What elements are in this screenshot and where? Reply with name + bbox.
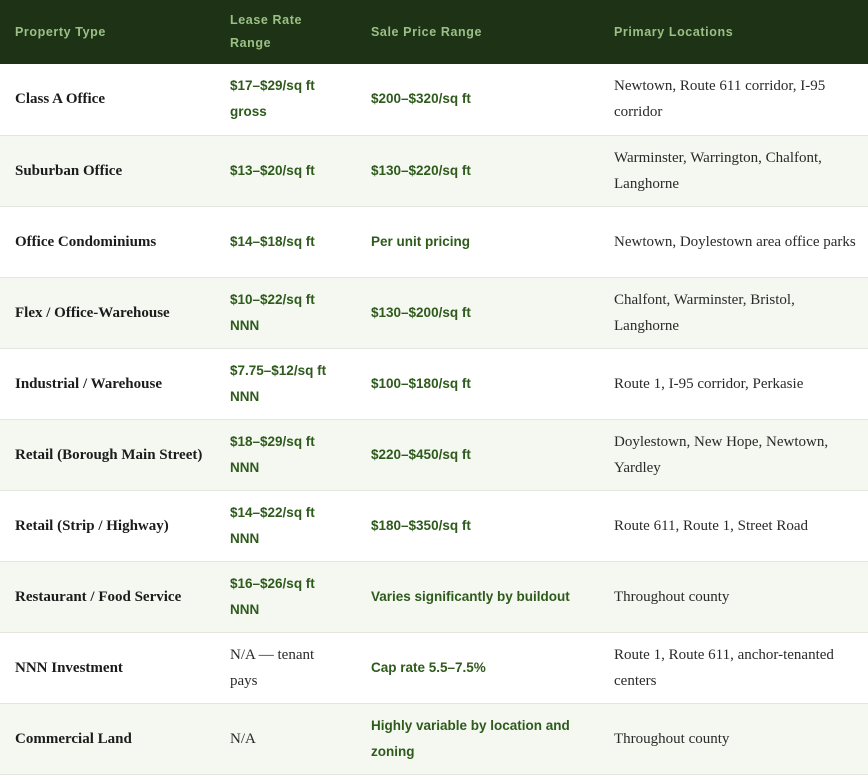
- sale-price-cell: $220–$450/sq ft: [371, 446, 471, 462]
- sale-price-cell: $200–$320/sq ft: [371, 91, 471, 107]
- locations-cell: Route 611, Route 1, Street Road: [614, 517, 809, 534]
- header-lease-rate-range: Lease Rate Range: [230, 13, 303, 50]
- header-row: Property Type Lease Rate Range Sale Pric…: [0, 0, 868, 64]
- locations-cell: Throughout county: [614, 730, 730, 747]
- table-row: Retail (Borough Main Street) $18–$29/sq …: [0, 419, 868, 490]
- locations-cell: Chalfont, Warminster, Bristol, Langhorne: [614, 291, 795, 334]
- table-row: NNN Investment N/A — tenant pays Cap rat…: [0, 632, 868, 703]
- property-type-cell: Office Condominiums: [15, 233, 157, 250]
- lease-rate-cell: $16–$26/sq ft NNN: [230, 575, 315, 617]
- lease-rate-cell: $10–$22/sq ft NNN: [230, 291, 315, 333]
- property-type-cell: NNN Investment: [15, 659, 123, 676]
- table-header: Property Type Lease Rate Range Sale Pric…: [0, 0, 868, 64]
- lease-rate-cell: N/A: [230, 730, 256, 747]
- table-row: Restaurant / Food Service $16–$26/sq ft …: [0, 561, 868, 632]
- lease-rate-cell: $18–$29/sq ft NNN: [230, 433, 315, 475]
- locations-cell: Doylestown, New Hope, Newtown, Yardley: [614, 433, 829, 476]
- table-row: Office Condominiums $14–$18/sq ft Per un…: [0, 206, 868, 277]
- header-primary-locations: Primary Locations: [614, 24, 734, 39]
- table-row: Class A Office $17–$29/sq ft gross $200–…: [0, 64, 868, 135]
- lease-rate-cell: $7.75–$12/sq ft NNN: [230, 362, 327, 404]
- header-sale-price-range: Sale Price Range: [371, 24, 483, 39]
- table-row: Retail (Strip / Highway) $14–$22/sq ft N…: [0, 490, 868, 561]
- sale-price-cell: Per unit pricing: [371, 233, 471, 249]
- commercial-property-table: Property Type Lease Rate Range Sale Pric…: [0, 0, 868, 775]
- property-type-cell: Flex / Office-Warehouse: [15, 304, 170, 321]
- sale-price-cell: Varies significantly by buildout: [371, 588, 570, 604]
- table-row: Commercial Land N/A Highly variable by l…: [0, 703, 868, 774]
- lease-rate-cell: $14–$22/sq ft NNN: [230, 504, 315, 546]
- table-row: Industrial / Warehouse $7.75–$12/sq ft N…: [0, 348, 868, 419]
- property-type-cell: Retail (Strip / Highway): [15, 517, 169, 534]
- property-type-cell: Industrial / Warehouse: [15, 375, 162, 392]
- lease-rate-cell: $14–$18/sq ft: [230, 233, 315, 249]
- table-body: Class A Office $17–$29/sq ft gross $200–…: [0, 64, 868, 774]
- property-type-cell: Commercial Land: [15, 730, 132, 747]
- table-row: Flex / Office-Warehouse $10–$22/sq ft NN…: [0, 277, 868, 348]
- property-type-cell: Suburban Office: [15, 162, 123, 179]
- table-row: Suburban Office $13–$20/sq ft $130–$220/…: [0, 135, 868, 206]
- sale-price-cell: $130–$200/sq ft: [371, 304, 471, 320]
- sale-price-cell: Highly variable by location and zoning: [371, 717, 570, 759]
- sale-price-cell: $180–$350/sq ft: [371, 517, 471, 533]
- header-property-type: Property Type: [15, 24, 106, 39]
- property-type-cell: Retail (Borough Main Street): [15, 446, 203, 463]
- lease-rate-cell: $13–$20/sq ft: [230, 162, 315, 178]
- locations-cell: Newtown, Doylestown area office parks: [614, 233, 856, 250]
- locations-cell: Throughout county: [614, 588, 730, 605]
- sale-price-cell: Cap rate 5.5–7.5%: [371, 659, 486, 675]
- locations-cell: Route 1, Route 611, anchor-tenanted cent…: [614, 646, 834, 689]
- locations-cell: Route 1, I-95 corridor, Perkasie: [614, 375, 804, 392]
- locations-cell: Warminster, Warrington, Chalfont, Langho…: [614, 149, 822, 192]
- property-type-cell: Restaurant / Food Service: [15, 588, 182, 605]
- sale-price-cell: $130–$220/sq ft: [371, 162, 471, 178]
- lease-rate-cell: $17–$29/sq ft gross: [230, 78, 315, 120]
- lease-rate-cell: N/A — tenant pays: [230, 646, 315, 689]
- property-type-cell: Class A Office: [15, 91, 105, 108]
- locations-cell: Newtown, Route 611 corridor, I-95 corrid…: [614, 78, 826, 121]
- sale-price-cell: $100–$180/sq ft: [371, 375, 471, 391]
